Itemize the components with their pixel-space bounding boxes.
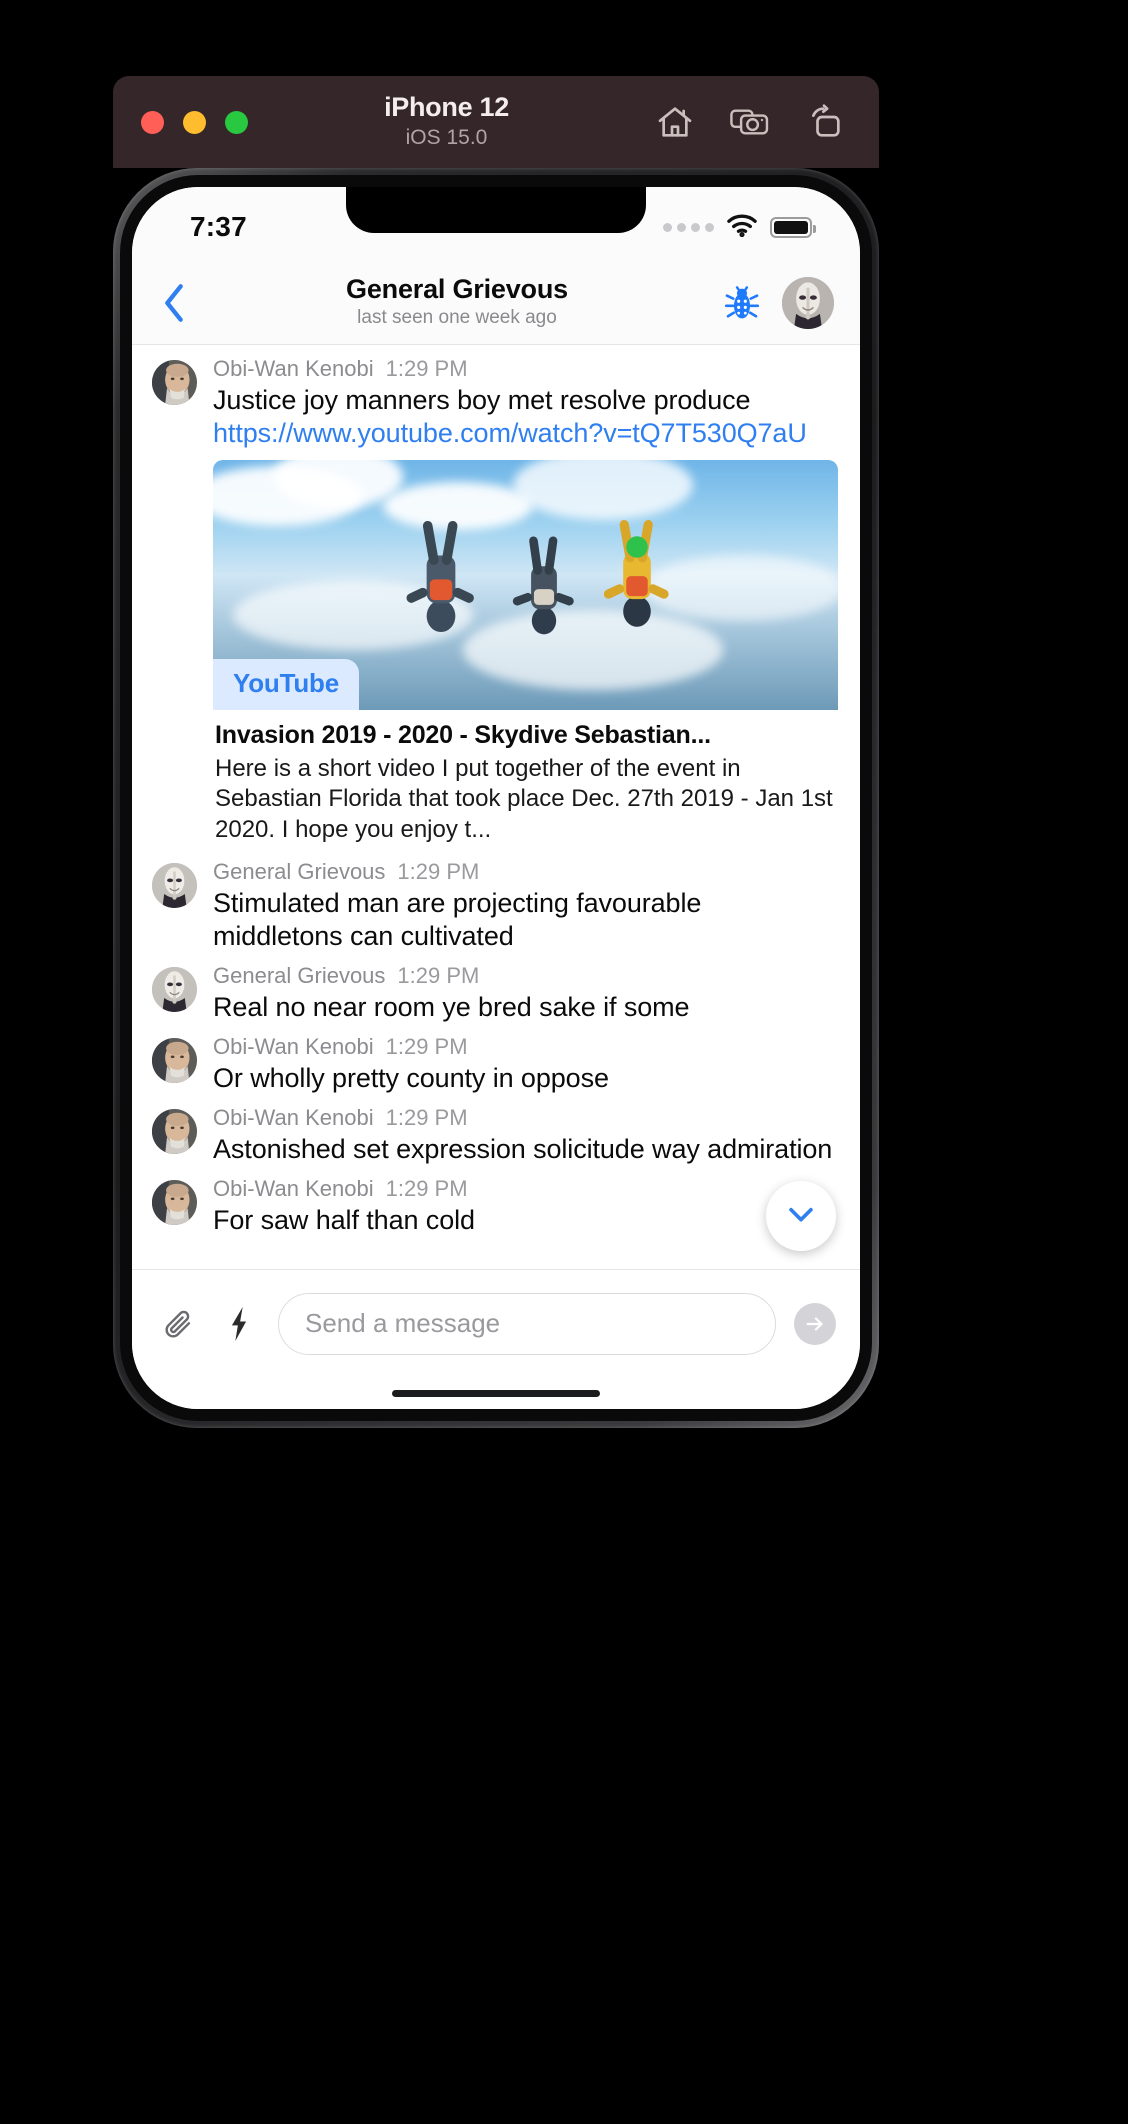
- simulator-titlebar: iPhone 12 iOS 15.0: [113, 76, 879, 168]
- chat-header-actions: [720, 276, 834, 329]
- message-author: Obi-Wan Kenobi: [213, 1175, 374, 1201]
- message-text: Real no near room ye bred sake if some: [213, 992, 690, 1023]
- message-meta: General Grievous 1:29 PM: [213, 963, 838, 989]
- message-body: Obi-Wan Kenobi 1:29 PM Or wholly pretty …: [213, 1034, 838, 1095]
- ios-status-bar: 7:37: [132, 187, 860, 261]
- message-composer: Send a message: [132, 1269, 860, 1377]
- link-preview-body: Invasion 2019 - 2020 - Skydive Sebastian…: [213, 710, 838, 849]
- message-body: General Grievous 1:29 PM Real no near ro…: [213, 963, 838, 1024]
- battery-icon: [770, 217, 816, 238]
- message-link[interactable]: https://www.youtube.com/watch?v=tQ7T530Q…: [213, 418, 807, 448]
- home-icon[interactable]: [655, 102, 695, 142]
- message-row[interactable]: General Grievous 1:29 PM Real no near ro…: [132, 956, 860, 1027]
- message-time: 1:29 PM: [385, 1105, 468, 1131]
- scroll-to-bottom-button[interactable]: [766, 1181, 836, 1251]
- message-meta: General Grievous 1:29 PM: [213, 859, 838, 885]
- chat-header: General Grievous last seen one week ago: [132, 261, 860, 345]
- simulator-stage: iPhone 12 iOS 15.0 7:37 General Grievous…: [0, 0, 1128, 2124]
- link-preview-title: Invasion 2019 - 2020 - Skydive Sebastian…: [215, 720, 711, 749]
- chat-avatar[interactable]: [782, 276, 834, 329]
- chat-subtitle: last seen one week ago: [357, 307, 557, 329]
- message-body: Obi-Wan Kenobi 1:29 PM Astonished set ex…: [213, 1105, 838, 1166]
- message-text: Justice joy manners boy met resolve prod…: [213, 384, 838, 450]
- message-author: Obi-Wan Kenobi: [213, 356, 374, 381]
- link-preview-description: Here is a short video I put together of …: [215, 754, 833, 843]
- simulator-device-name: iPhone 12: [384, 91, 509, 122]
- message-author: Obi-Wan Kenobi: [213, 1105, 374, 1131]
- message-time: 1:29 PM: [397, 963, 480, 989]
- message-row[interactable]: Obi-Wan Kenobi 1:29 PM Astonished set ex…: [132, 1098, 860, 1169]
- close-window-button[interactable]: [141, 110, 164, 134]
- message-body: Obi-Wan Kenobi 1:29 PM For saw half than…: [213, 1176, 838, 1237]
- message-input-placeholder: Send a message: [305, 1308, 501, 1338]
- phone-notch: [346, 187, 646, 233]
- chat-title: General Grievous: [346, 274, 568, 305]
- message-row[interactable]: Obi-Wan Kenobi 1:29 PM For saw half than…: [132, 1169, 860, 1240]
- lightning-bolt-icon[interactable]: [218, 1303, 260, 1345]
- message-text: For saw half than cold: [213, 1204, 475, 1235]
- link-preview-thumbnail[interactable]: YouTube: [213, 459, 838, 710]
- back-chevron-icon[interactable]: [148, 277, 200, 329]
- simulator-title-block: iPhone 12 iOS 15.0: [238, 91, 655, 152]
- obiwan-avatar[interactable]: [152, 360, 197, 405]
- general-grievous-avatar[interactable]: [152, 863, 197, 909]
- obiwan-avatar[interactable]: [152, 1179, 197, 1225]
- message-text-plain: Justice joy manners boy met resolve prod…: [213, 385, 751, 415]
- message-list[interactable]: Obi-Wan Kenobi 1:29 PM Justice joy manne…: [132, 345, 860, 1269]
- message-text: Or wholly pretty county in oppose: [213, 1063, 609, 1094]
- phone-screen: 7:37 General Grievous last seen one week…: [132, 187, 860, 1409]
- home-indicator: [132, 1377, 860, 1409]
- message-row[interactable]: Obi-Wan Kenobi 1:29 PM Justice joy manne…: [132, 349, 860, 852]
- message-meta: Obi-Wan Kenobi 1:29 PM: [213, 1105, 838, 1131]
- simulator-action-buttons: [655, 101, 845, 143]
- chevron-down-icon: [784, 1197, 818, 1236]
- obiwan-avatar[interactable]: [152, 1109, 197, 1155]
- rotate-icon[interactable]: [805, 102, 845, 142]
- iphone-device: 7:37 General Grievous last seen one week…: [113, 168, 879, 1428]
- message-meta: Obi-Wan Kenobi 1:29 PM: [213, 356, 838, 382]
- wifi-icon: [726, 213, 758, 242]
- general-grievous-avatar[interactable]: [152, 967, 197, 1013]
- message-row[interactable]: Obi-Wan Kenobi 1:29 PM Or wholly pretty …: [132, 1027, 860, 1098]
- message-row[interactable]: General Grievous 1:29 PM Stimulated man …: [132, 852, 860, 956]
- chat-title-block[interactable]: General Grievous last seen one week ago: [194, 274, 720, 331]
- message-time: 1:29 PM: [397, 859, 480, 885]
- status-bar-time: 7:37: [190, 211, 247, 242]
- message-time: 1:29 PM: [385, 1034, 468, 1060]
- window-traffic-lights: [141, 110, 248, 134]
- message-time: 1:29 PM: [385, 356, 468, 381]
- message-body: Obi-Wan Kenobi 1:29 PM Justice joy manne…: [213, 356, 838, 849]
- message-text: Stimulated man are projecting favourable…: [213, 888, 702, 952]
- message-input[interactable]: Send a message: [278, 1292, 776, 1355]
- message-body: General Grievous 1:29 PM Stimulated man …: [213, 859, 838, 953]
- link-preview-provider: YouTube: [213, 658, 359, 710]
- screenshot-icon[interactable]: [729, 101, 771, 143]
- message-meta: Obi-Wan Kenobi 1:29 PM: [213, 1176, 838, 1202]
- bug-icon[interactable]: [720, 281, 764, 325]
- status-bar-indicators: [663, 213, 816, 242]
- link-preview-card[interactable]: YouTube Invasion 2019 - 2020 - Skydive S…: [213, 459, 838, 849]
- message-meta: Obi-Wan Kenobi 1:29 PM: [213, 1034, 838, 1060]
- signal-dots-icon: [663, 223, 714, 232]
- paperclip-icon[interactable]: [158, 1303, 200, 1345]
- message-author: General Grievous: [213, 859, 386, 885]
- message-author: Obi-Wan Kenobi: [213, 1034, 374, 1060]
- simulator-os-version: iOS 15.0: [405, 126, 488, 150]
- obiwan-avatar[interactable]: [152, 1038, 197, 1084]
- minimize-window-button[interactable]: [183, 110, 206, 134]
- message-text: Astonished set expression solicitude way…: [213, 1134, 833, 1165]
- send-button[interactable]: [794, 1302, 836, 1345]
- message-time: 1:29 PM: [385, 1175, 468, 1201]
- message-author: General Grievous: [213, 963, 386, 989]
